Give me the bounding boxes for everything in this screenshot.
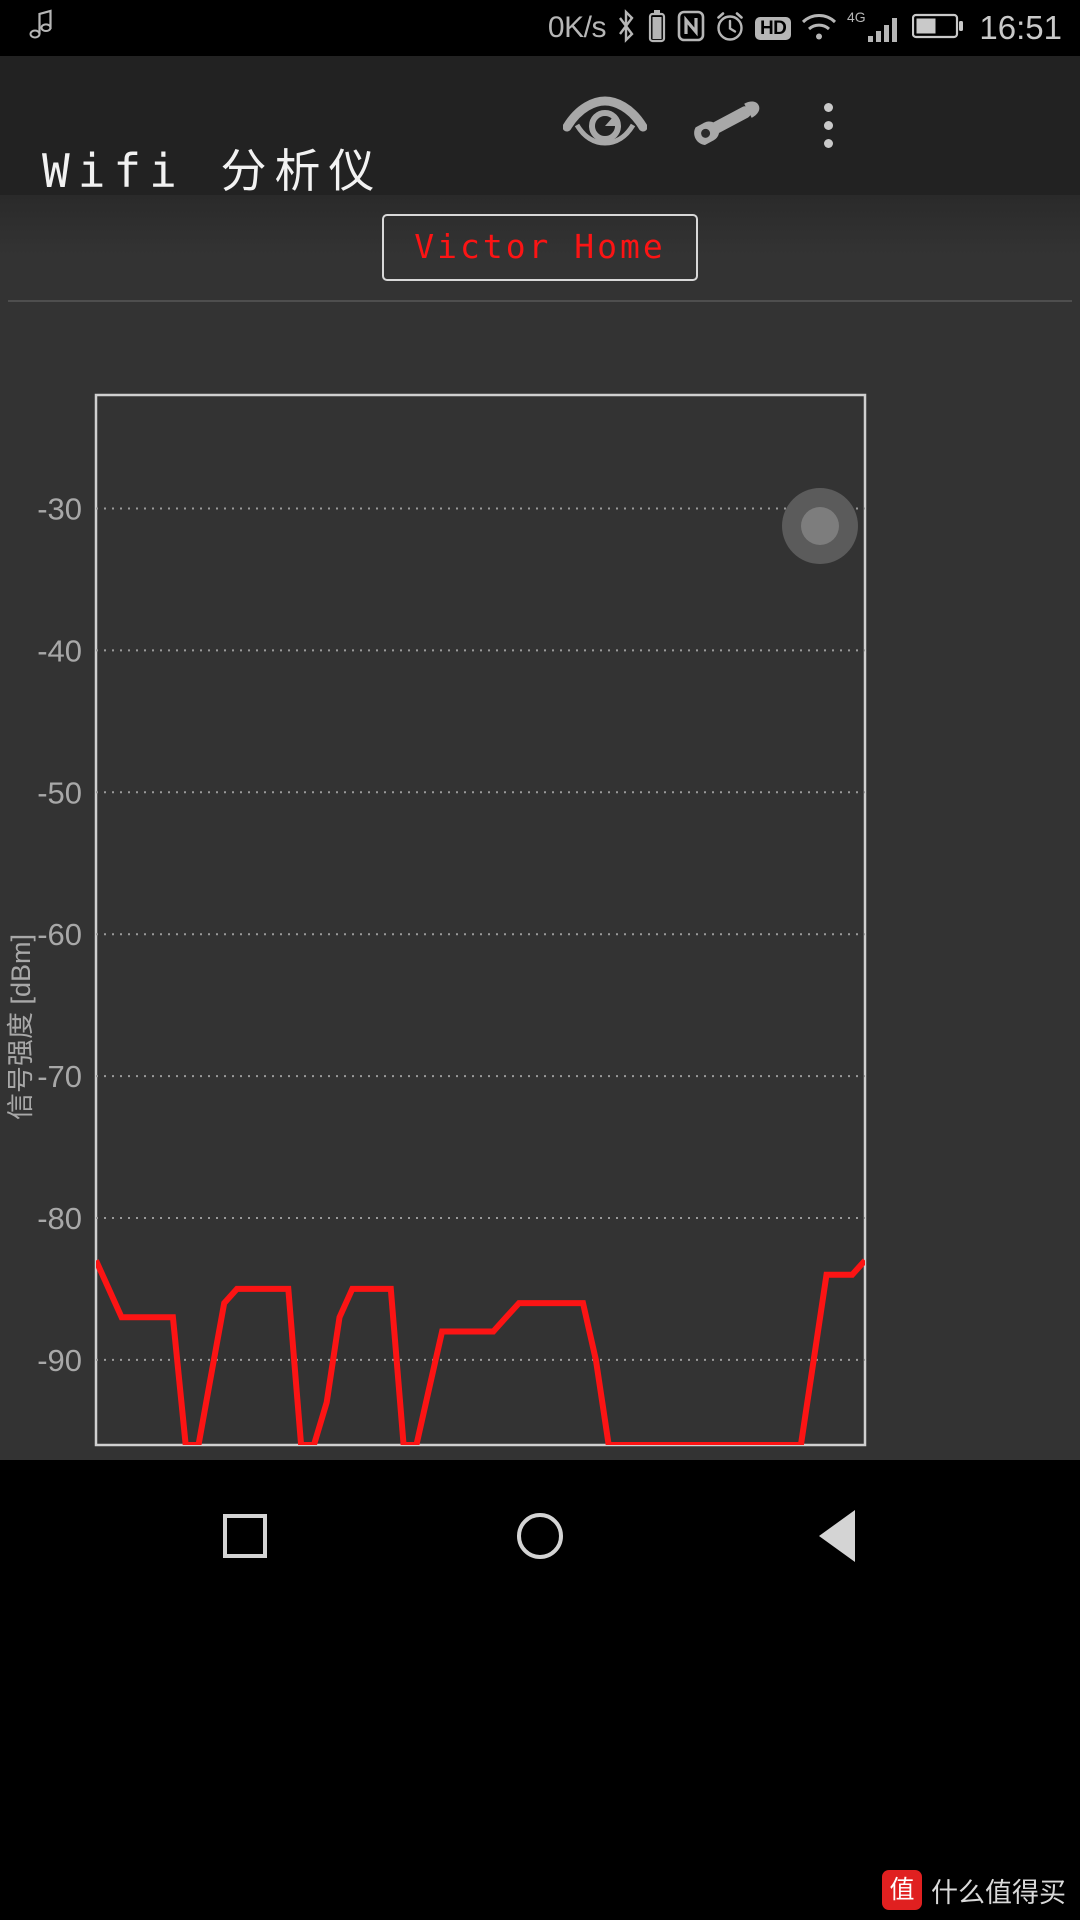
status-bar: 0K/s HD 4G 16:51 bbox=[0, 0, 1080, 56]
triangle-left-icon bbox=[819, 1510, 855, 1562]
eye-icon bbox=[562, 95, 648, 156]
y-tick-label: -60 bbox=[37, 917, 82, 952]
y-tick-label: -40 bbox=[37, 633, 82, 668]
circle-icon bbox=[517, 1513, 563, 1559]
music-note-icon bbox=[24, 9, 54, 48]
scan-toggle-button[interactable] bbox=[782, 488, 858, 564]
bluetooth-battery-icon bbox=[646, 8, 668, 49]
ssid-filter-button[interactable]: Victor Home bbox=[382, 214, 698, 281]
network-speed-label: 0K/s bbox=[547, 11, 607, 44]
view-scanner-button[interactable] bbox=[557, 56, 653, 195]
y-tick-label: -90 bbox=[37, 1343, 82, 1378]
watermark-label: 什么值得买 bbox=[931, 1877, 1066, 1909]
nfc-icon bbox=[677, 9, 705, 48]
wifi-icon bbox=[800, 9, 838, 48]
recents-button[interactable] bbox=[145, 1460, 345, 1612]
app-bar: Wifi 分析仪 bbox=[0, 56, 1080, 195]
chart-y-axis-label: 信号强度 [dBm] bbox=[6, 934, 36, 1120]
main-content: Victor Home -30 -40 -50 -60 -70 -80 -90 信号强度 [… bbox=[0, 195, 1080, 1460]
battery-icon bbox=[912, 11, 964, 46]
tools-button[interactable] bbox=[677, 56, 773, 195]
y-tick-label: -70 bbox=[37, 1059, 82, 1094]
bluetooth-icon bbox=[615, 8, 637, 49]
y-tick-label: -80 bbox=[37, 1201, 82, 1236]
4g-signal-icon: 4G bbox=[847, 8, 903, 49]
hd-icon: HD bbox=[754, 16, 792, 40]
overflow-menu-button[interactable] bbox=[790, 56, 866, 195]
watermark: 值 什么值得买 bbox=[882, 1870, 1066, 1910]
svg-text:4G: 4G bbox=[847, 9, 866, 25]
alarm-clock-icon bbox=[714, 9, 746, 48]
signal-strength-chart[interactable]: -30 -40 -50 -60 -70 -80 -90 信号强度 [dBm] bbox=[0, 302, 1080, 1460]
home-button[interactable] bbox=[440, 1460, 640, 1612]
status-bar-right: 0K/s HD 4G 16:51 bbox=[548, 0, 1062, 56]
clock-label: 16:51 bbox=[979, 9, 1062, 46]
scan-toggle-inner-dot bbox=[801, 507, 839, 545]
wrench-icon bbox=[679, 91, 771, 160]
page-title: Wifi 分析仪 bbox=[42, 144, 383, 198]
y-tick-label: -50 bbox=[37, 775, 82, 810]
chart-canvas: -30 -40 -50 -60 -70 -80 -90 信号强度 [dBm] bbox=[0, 302, 1080, 1460]
square-icon bbox=[223, 1514, 267, 1558]
y-tick-label: -30 bbox=[37, 492, 82, 527]
status-bar-left bbox=[0, 9, 54, 48]
ssid-selector-bar: Victor Home bbox=[0, 195, 1080, 300]
back-button[interactable] bbox=[737, 1460, 937, 1612]
watermark-badge: 值 bbox=[882, 1870, 922, 1910]
overflow-menu-icon bbox=[823, 103, 833, 148]
system-nav-bar: 值 什么值得买 bbox=[0, 1460, 1080, 1920]
